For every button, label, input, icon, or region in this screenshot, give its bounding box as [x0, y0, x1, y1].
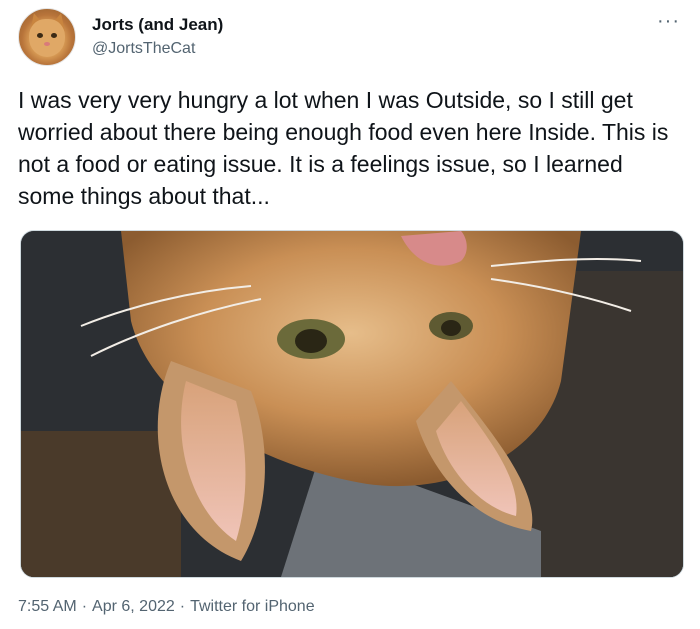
- author-names: Jorts (and Jean) @JortsTheCat: [92, 14, 223, 60]
- tweet: Jorts (and Jean) @JortsTheCat ··· I was …: [0, 0, 700, 629]
- tweet-source[interactable]: Twitter for iPhone: [190, 598, 315, 615]
- tweet-header: Jorts (and Jean) @JortsTheCat ···: [18, 8, 686, 68]
- tweet-date[interactable]: Apr 6, 2022: [92, 598, 175, 615]
- meta-separator: ·: [179, 598, 186, 615]
- avatar-nose: [44, 42, 50, 46]
- tweet-meta: 7:55 AM · Apr 6, 2022 · Twitter for iPhone: [18, 596, 315, 618]
- avatar-eye-left: [37, 33, 43, 38]
- author-handle[interactable]: @JortsTheCat: [92, 38, 223, 60]
- tweet-text: I was very very hungry a lot when I was …: [18, 87, 669, 209]
- cat-photo-illustration: [21, 231, 683, 577]
- avatar-face: [29, 19, 65, 57]
- more-horizontal-icon[interactable]: ···: [657, 11, 680, 31]
- cat-avatar-icon[interactable]: [18, 8, 76, 66]
- author-display-name[interactable]: Jorts (and Jean): [92, 14, 223, 36]
- avatar-eye-right: [51, 33, 57, 38]
- tweet-photo[interactable]: [20, 230, 684, 578]
- tweet-time[interactable]: 7:55 AM: [18, 598, 77, 615]
- meta-separator: ·: [81, 598, 88, 615]
